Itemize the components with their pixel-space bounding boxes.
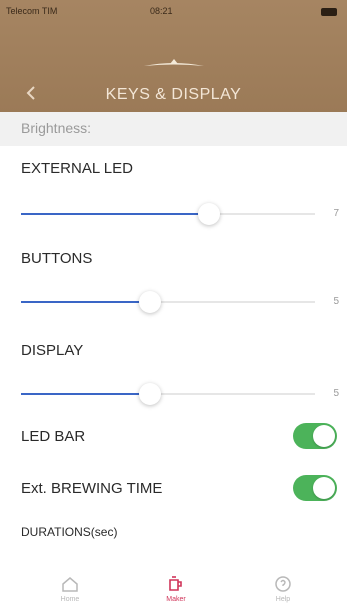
home-icon	[62, 577, 78, 592]
tab-home[interactable]: Home	[40, 574, 100, 603]
header-bar: Telecom TIM 08:21 KEYS & DISPLAY	[0, 0, 347, 112]
external-led-value: 7	[333, 208, 339, 219]
led-bar-label: LED BAR	[21, 428, 86, 445]
brightness-section-header: Brightness:	[0, 112, 347, 146]
display-value: 5	[333, 388, 339, 399]
page-title: KEYS & DISPLAY	[105, 86, 242, 103]
slider-fill	[21, 213, 210, 215]
ext-brewing-time-label: Ext. BREWING TIME	[21, 480, 163, 497]
external-led-label: EXTERNAL LED	[21, 160, 133, 177]
ext-brewing-time-toggle[interactable]	[293, 475, 337, 501]
buttons-value: 5	[333, 296, 339, 307]
slider-thumb[interactable]	[198, 203, 221, 225]
display-slider[interactable]	[21, 382, 315, 406]
toggle-knob	[313, 477, 335, 499]
tab-help[interactable]: Help	[253, 574, 313, 603]
tab-bar: Home Maker Help	[0, 570, 347, 614]
tab-maker-label: Maker	[166, 596, 186, 603]
slider-thumb[interactable]	[139, 383, 162, 405]
slider-fill	[21, 301, 151, 303]
tab-home-label: Home	[60, 596, 80, 603]
buttons-label: BUTTONS	[21, 250, 93, 267]
status-time: 08:21	[150, 6, 173, 16]
help-icon	[275, 576, 291, 592]
coffee-maker-icon	[169, 576, 182, 591]
tab-maker[interactable]: Maker	[146, 574, 206, 603]
brightness-label: Brightness:	[21, 120, 92, 136]
status-bar: Telecom TIM 08:21	[0, 6, 347, 20]
display-label: DISPLAY	[21, 342, 84, 359]
battery-icon	[321, 8, 337, 16]
durations-label: DURATIONS(sec)	[21, 525, 118, 539]
brand-logo	[144, 59, 204, 66]
carrier-label: Telecom TIM	[6, 6, 58, 16]
led-bar-toggle[interactable]	[293, 423, 337, 449]
toggle-knob	[313, 425, 335, 447]
slider-thumb[interactable]	[139, 291, 162, 313]
slider-fill	[21, 393, 151, 395]
tab-help-label: Help	[275, 596, 291, 603]
buttons-slider[interactable]	[21, 290, 315, 314]
external-led-slider[interactable]	[21, 202, 315, 226]
